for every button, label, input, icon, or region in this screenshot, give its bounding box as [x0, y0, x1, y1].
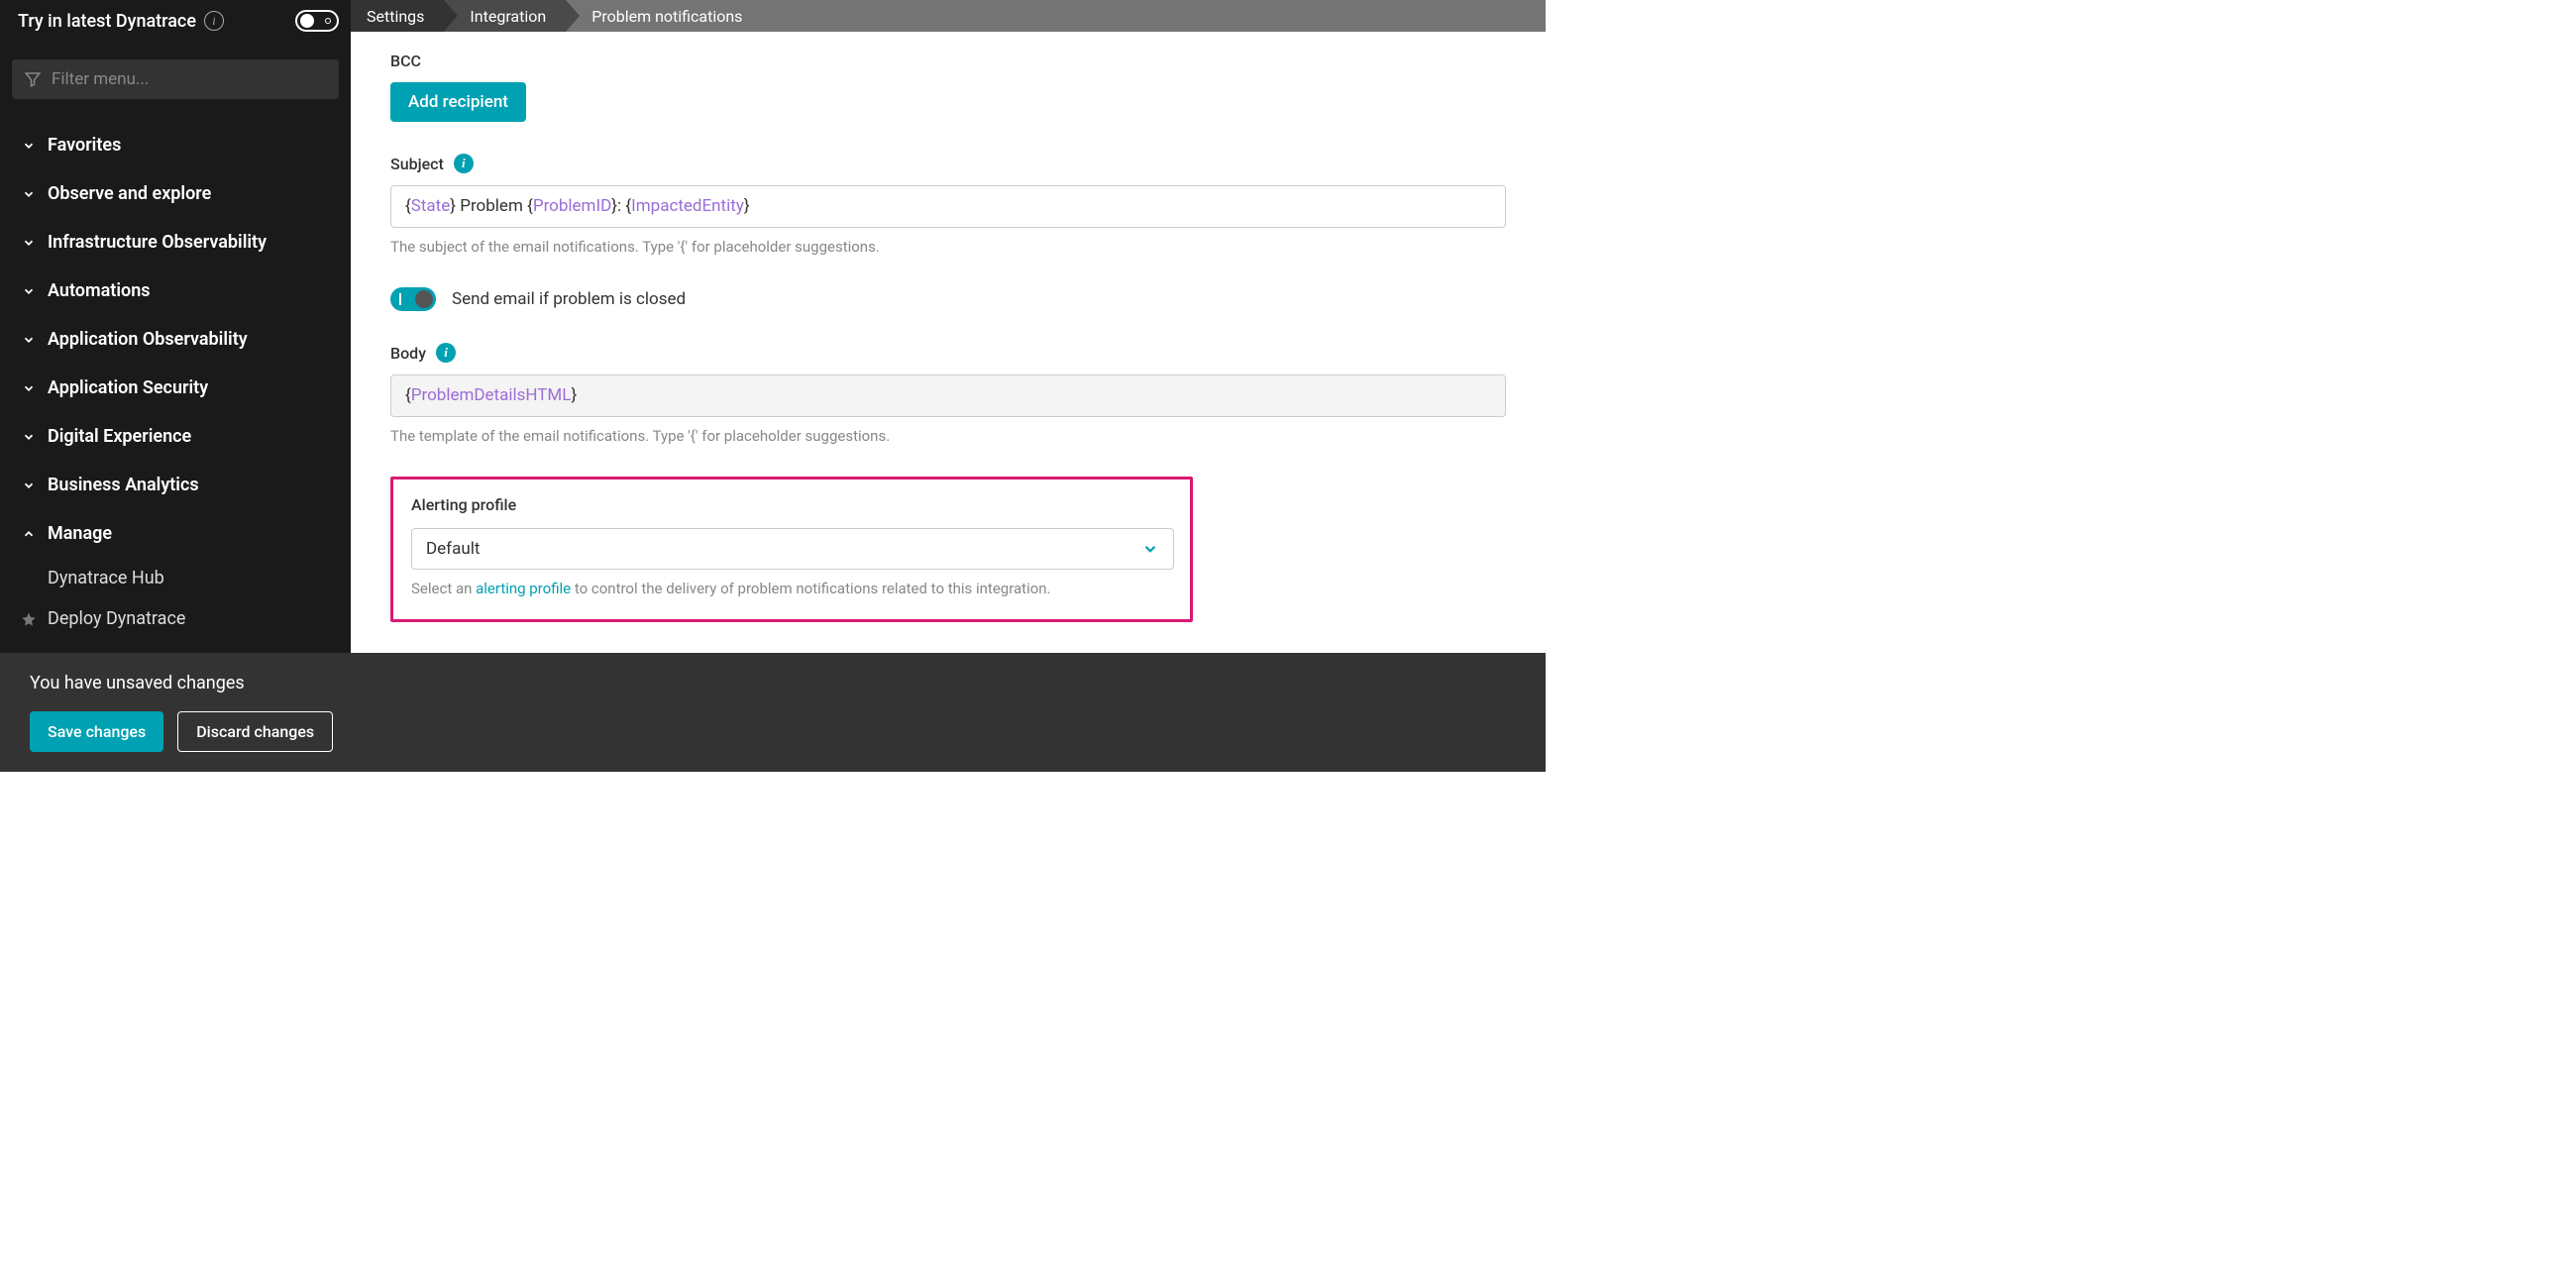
chevron-down-icon	[20, 333, 38, 347]
filter-menu-box[interactable]	[12, 59, 339, 99]
chevron-up-icon	[20, 527, 38, 541]
body-help: The template of the email notifications.…	[390, 427, 1506, 445]
unsaved-changes-bar: You have unsaved changes Save changes Di…	[0, 653, 1546, 772]
subject-label: Subject	[390, 155, 444, 173]
discard-changes-button[interactable]: Discard changes	[177, 711, 333, 752]
body-input[interactable]: {ProblemDetailsHTML}	[390, 374, 1506, 417]
add-recipient-button[interactable]: Add recipient	[390, 82, 526, 122]
chevron-down-icon	[20, 381, 38, 395]
chevron-down-icon	[20, 479, 38, 492]
info-icon[interactable]: i	[454, 154, 474, 173]
info-icon[interactable]: i	[436, 343, 456, 363]
body-section: Body i {ProblemDetailsHTML} The template…	[390, 343, 1506, 445]
sidebar-sub-dynatrace-hub[interactable]: Dynatrace Hub	[12, 558, 339, 598]
breadcrumb-problem-notifications[interactable]: Problem notifications	[566, 0, 762, 32]
send-if-closed-label: Send email if problem is closed	[452, 289, 686, 309]
sidebar-item-infrastructure[interactable]: Infrastructure Observability	[12, 218, 339, 267]
chevron-down-icon	[20, 139, 38, 153]
sidebar-item-business-analytics[interactable]: Business Analytics	[12, 461, 339, 509]
send-if-closed-toggle[interactable]	[390, 287, 436, 311]
sidebar-sub-deploy[interactable]: Deploy Dynatrace	[12, 598, 339, 639]
unsaved-msg: You have unsaved changes	[30, 673, 1516, 693]
alerting-profile-value: Default	[426, 539, 480, 559]
breadcrumb-settings[interactable]: Settings	[351, 0, 444, 32]
body-label: Body	[390, 344, 426, 363]
sidebar-item-digital-experience[interactable]: Digital Experience	[12, 412, 339, 461]
body-label-row: Body i	[390, 343, 1506, 363]
alerting-profile-help: Select an alerting profile to control th…	[411, 580, 1172, 597]
chevron-down-icon	[20, 236, 38, 250]
funnel-icon	[24, 70, 42, 88]
chevron-down-icon	[20, 187, 38, 201]
bcc-label: BCC	[390, 52, 1506, 70]
chevron-down-icon	[20, 430, 38, 444]
alerting-profile-link[interactable]: alerting profile	[476, 580, 571, 597]
bcc-section: BCC Add recipient	[390, 52, 1506, 122]
sidebar-item-observe[interactable]: Observe and explore	[12, 169, 339, 218]
chevron-down-icon	[1141, 540, 1159, 558]
breadcrumb-integration[interactable]: Integration	[444, 0, 566, 32]
breadcrumb: Settings Integration Problem notificatio…	[351, 0, 1546, 32]
alerting-profile-label: Alerting profile	[411, 495, 1172, 514]
sidebar-item-favorites[interactable]: Favorites	[12, 121, 339, 169]
star-icon	[20, 611, 38, 627]
theme-toggle[interactable]	[295, 10, 339, 32]
alerting-profile-highlight: Alerting profile Default Select an alert…	[390, 477, 1193, 622]
try-latest-link[interactable]: Try in latest Dynatrace	[18, 11, 196, 32]
subject-section: Subject i {State} Problem {ProblemID}: {…	[390, 154, 1506, 256]
sidebar-topbar: Try in latest Dynatrace i	[0, 0, 351, 42]
alerting-profile-select[interactable]: Default	[411, 528, 1174, 570]
sidebar-item-app-security[interactable]: Application Security	[12, 364, 339, 412]
subject-label-row: Subject i	[390, 154, 1506, 173]
sidebar-item-automations[interactable]: Automations	[12, 267, 339, 315]
subject-help: The subject of the email notifications. …	[390, 238, 1506, 256]
sidebar-item-app-observability[interactable]: Application Observability	[12, 315, 339, 364]
save-changes-button[interactable]: Save changes	[30, 711, 163, 752]
filter-menu-input[interactable]	[52, 69, 327, 89]
sidebar-nav: Favorites Observe and explore Infrastruc…	[0, 121, 351, 639]
info-icon[interactable]: i	[204, 11, 224, 31]
sidebar-item-manage[interactable]: Manage	[12, 509, 339, 558]
chevron-down-icon	[20, 284, 38, 298]
send-if-closed-section: Send email if problem is closed	[390, 287, 1506, 311]
subject-input[interactable]: {State} Problem {ProblemID}: {ImpactedEn…	[390, 185, 1506, 228]
